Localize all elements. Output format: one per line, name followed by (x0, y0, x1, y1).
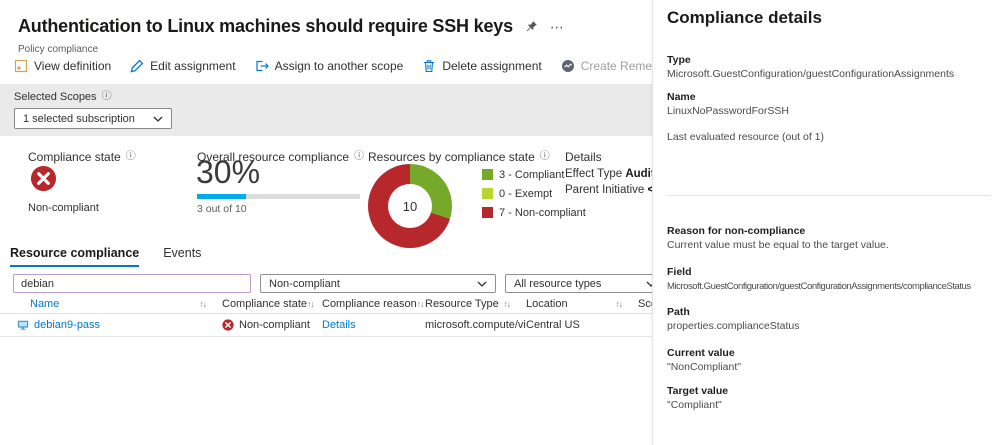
table-header: Name ↑↓ Compliance state ↑↓ Compliance r… (0, 294, 652, 314)
edit-assignment-button[interactable]: Edit assignment (130, 59, 235, 73)
create-remediation-task-button: Create Remediation Task (561, 59, 652, 73)
pencil-icon (130, 59, 144, 73)
policy-compliance-screen: Authentication to Linux machines should … (0, 0, 998, 445)
main-content: Authentication to Linux machines should … (0, 0, 652, 445)
noncompliant-x-icon (222, 319, 234, 331)
info-icon: ⓘ (540, 152, 550, 162)
donut-total: 10 (388, 184, 432, 228)
command-bar: View definition Edit assignment Assign t… (14, 59, 652, 73)
compliance-progress-track (197, 194, 360, 199)
sort-icon[interactable]: ↑↓ (616, 299, 623, 309)
panel-title: Compliance details (667, 4, 994, 28)
column-name[interactable]: Name ↑↓ (0, 298, 222, 310)
compliance-details-panel: Compliance details Type Microsoft.GuestC… (652, 0, 998, 445)
type-filter-dropdown[interactable]: All resource types (505, 274, 652, 293)
field-field: Field Microsoft.GuestConfiguration/guest… (667, 266, 994, 293)
column-compliance-reason[interactable]: Compliance reason ↑↓ (322, 298, 425, 310)
tab-resource-compliance[interactable]: Resource compliance (10, 246, 139, 267)
compliance-progress-fill (197, 194, 246, 199)
name-field: Name LinuxNoPasswordForSSH (667, 91, 994, 118)
resource-link[interactable]: debian9-pass (34, 319, 100, 331)
page-title: Authentication to Linux machines should … (18, 16, 513, 37)
compliance-state-value: Non-compliant (28, 202, 99, 214)
compliance-ratio: 3 out of 10 (197, 203, 247, 215)
sort-icon[interactable]: ↑↓ (307, 299, 314, 309)
sort-icon[interactable]: ↑↓ (200, 299, 207, 309)
more-menu-icon[interactable]: ⋯ (550, 20, 564, 34)
compliance-metrics: Compliance state ⓘ Non-compliant Overall… (0, 142, 652, 248)
sort-icon[interactable]: ↑↓ (504, 299, 511, 309)
vm-icon (17, 319, 29, 331)
resources-by-state-label: Resources by compliance state ⓘ (368, 150, 550, 164)
cell-name: debian9-pass (0, 319, 222, 331)
chevron-down-icon (153, 116, 163, 122)
column-scope[interactable]: Scope (638, 298, 652, 310)
cell-resource-type: microsoft.compute/virt... (425, 319, 526, 331)
filter-row: Non-compliant All resource types (13, 274, 652, 293)
column-resource-type[interactable]: Resource Type ↑↓ (425, 298, 526, 310)
cell-compliance-reason: Details (322, 319, 425, 331)
target-value-field: Target value "Compliant" (667, 385, 994, 412)
type-field: Type Microsoft.GuestConfiguration/guestC… (667, 54, 994, 81)
noncompliant-x-icon (30, 165, 57, 192)
view-definition-icon (14, 59, 28, 73)
exempt-swatch (482, 188, 493, 199)
effect-type-line: Effect Type AuditIfNot (565, 168, 652, 180)
page-subtitle: Policy compliance (18, 44, 98, 55)
compliance-state-label: Compliance state ⓘ (28, 150, 136, 164)
compliance-percent: 30% (196, 152, 260, 192)
parent-initiative-line: Parent Initiative <<NO (565, 184, 652, 196)
info-icon: ⓘ (102, 92, 112, 102)
column-location[interactable]: Location ↑↓ (526, 298, 638, 310)
tab-bar: Resource compliance Events (10, 246, 201, 267)
column-compliance-state[interactable]: Compliance state ↑↓ (222, 298, 322, 310)
delete-assignment-button[interactable]: Delete assignment (422, 59, 541, 73)
assign-scope-button[interactable]: Assign to another scope (255, 59, 404, 73)
noncompliant-swatch (482, 207, 493, 218)
cell-compliance-state: Non-compliant (222, 319, 322, 331)
info-icon: ⓘ (126, 152, 136, 162)
path-field: Path properties.complianceStatus (667, 306, 994, 333)
state-filter-dropdown[interactable]: Non-compliant (260, 274, 496, 293)
box-arrow-icon (255, 59, 269, 73)
scope-band: Selected Scopes ⓘ 1 selected subscriptio… (0, 84, 652, 136)
assignment-details: Details Effect Type AuditIfNot Parent In… (565, 150, 652, 196)
table-row[interactable]: debian9-pass Non-compliant Details micro… (0, 314, 652, 337)
last-evaluated-text: Last evaluated resource (out of 1) (667, 131, 994, 143)
trash-icon (422, 59, 436, 73)
resource-table: Name ↑↓ Compliance state ↑↓ Compliance r… (0, 294, 652, 337)
info-icon: ⓘ (354, 152, 364, 162)
scope-dropdown[interactable]: 1 selected subscription (14, 108, 172, 129)
legend-item: 7 - Non-compliant (482, 205, 586, 220)
details-link[interactable]: Details (322, 319, 356, 331)
cell-location: Central US (526, 319, 638, 331)
reason-field: Reason for non-compliance Current value … (667, 225, 994, 252)
panel-divider (667, 195, 991, 196)
search-input[interactable] (13, 274, 251, 293)
page-header: Authentication to Linux machines should … (18, 16, 564, 37)
tab-events[interactable]: Events (163, 246, 201, 267)
view-definition-button[interactable]: View definition (14, 59, 111, 73)
sort-icon[interactable]: ↑↓ (417, 299, 424, 309)
chevron-down-icon (477, 281, 487, 287)
pin-icon[interactable] (525, 20, 538, 33)
compliance-donut: 10 (368, 164, 452, 248)
compliant-swatch (482, 169, 493, 180)
current-value-field: Current value "NonCompliant" (667, 347, 994, 374)
selected-scopes-label: Selected Scopes ⓘ (14, 91, 652, 103)
remediation-icon (561, 59, 575, 73)
